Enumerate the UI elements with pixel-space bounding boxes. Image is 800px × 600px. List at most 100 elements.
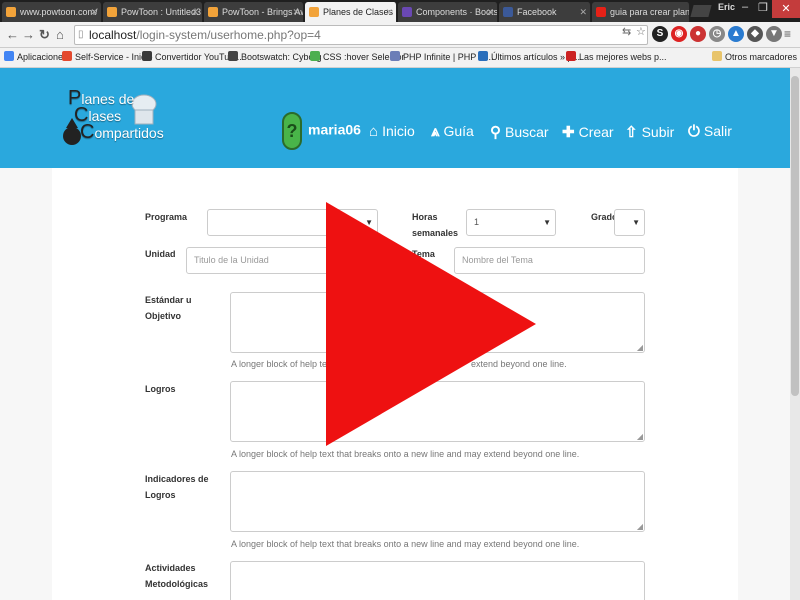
profile-name[interactable]: Eric	[718, 2, 735, 12]
indicadores-label-1: Indicadores de	[145, 474, 209, 484]
bookmark-star-icon[interactable]: ☆	[636, 25, 646, 38]
site-header: Planes de Clases Compartidos ? maria06 ⌂ I…	[0, 68, 790, 168]
search-icon: ⚲	[490, 124, 501, 141]
extension-blue-icon[interactable]: ▲	[728, 26, 744, 42]
bootswatch-icon	[228, 51, 238, 61]
w3schools-icon	[310, 51, 320, 61]
nav-user[interactable]: ? maria06	[282, 112, 361, 150]
estandar-label-2: Objetivo	[145, 311, 182, 321]
new-tab-button[interactable]	[690, 5, 712, 17]
nav-buscar[interactable]: ⚲ Buscar	[490, 123, 549, 141]
tab-facebook[interactable]: Facebook ✕	[499, 2, 591, 22]
page-viewport: Planes de Clases Compartidos ? maria06 ⌂ I…	[0, 68, 790, 600]
plus-icon: ✚	[562, 124, 575, 141]
unidad-input[interactable]: Titulo de la Unidad	[186, 247, 336, 274]
adblock-icon[interactable]: ◉	[671, 26, 687, 42]
apps-grid-icon	[4, 51, 14, 61]
unidad-label: Unidad	[145, 249, 176, 259]
bookmark-bootswatch[interactable]: Bootswatch: Cyborg	[228, 51, 322, 62]
articles-icon	[478, 51, 488, 61]
maximize-icon[interactable]: ❐	[758, 1, 768, 14]
chevron-down-icon: ▼	[543, 218, 551, 227]
home-icon: ⌂	[369, 123, 379, 140]
extension-clock-icon[interactable]: ◷	[709, 26, 725, 42]
tab-powtoon-brings[interactable]: PowToon - Brings Aw ✕	[204, 2, 304, 22]
close-tab-icon[interactable]: ✕	[385, 2, 393, 22]
webs-icon	[566, 51, 576, 61]
logros-label: Logros	[145, 384, 176, 394]
programa-label: Programa	[145, 212, 188, 222]
minimize-icon[interactable]: –	[742, 1, 748, 13]
estandar-label-1: Estándar u	[145, 295, 192, 305]
close-tab-icon[interactable]: ✕	[486, 2, 494, 22]
upload-icon: ⇧	[625, 124, 638, 141]
browser-tab-bar: www.powtoon.com/✕ PowToon : Untitled3 ✕ P…	[0, 0, 800, 22]
extension-s-icon[interactable]: S	[652, 26, 668, 42]
bookmark-otros-marcadores[interactable]: Otros marcadores	[712, 51, 797, 62]
folder-icon	[712, 51, 722, 61]
bookmark-ultimos-articulos[interactable]: Últimos artículos » p...	[478, 51, 580, 62]
grado-select[interactable]: ▼	[614, 209, 645, 236]
actividades-label-2: Metodológicas	[145, 579, 209, 589]
address-bar[interactable]: ▯ localhost/login-system/userhome.php?op…	[74, 25, 648, 45]
bootstrap-favicon	[402, 7, 412, 17]
question-avatar-icon: ?	[282, 112, 302, 150]
resize-grip-icon[interactable]: ◢	[637, 522, 643, 531]
nav-guia[interactable]: ⩓ Guía	[431, 123, 474, 140]
close-tab-icon[interactable]: ✕	[292, 2, 300, 22]
bookmark-self-service[interactable]: Self-Service - Inicio	[62, 51, 153, 62]
extension-shield-icon[interactable]: ◆	[747, 26, 763, 42]
url-path: /login-system/userhome.php?op=4	[136, 28, 321, 42]
powtoon-favicon	[6, 7, 16, 17]
self-service-icon	[62, 51, 72, 61]
road-icon: ⩓	[431, 123, 440, 140]
bookmark-mejores-webs[interactable]: Las mejores webs p...	[566, 51, 667, 62]
forward-arrow-icon[interactable]: →	[22, 27, 35, 42]
close-tab-icon[interactable]: ✕	[579, 2, 587, 22]
resize-grip-icon[interactable]: ◢	[637, 432, 643, 441]
window-close-icon[interactable]: ✕	[772, 0, 800, 18]
facebook-favicon	[503, 7, 513, 17]
logo-text: Planes de Clases Compartidos	[68, 87, 164, 143]
planes-favicon	[309, 7, 319, 17]
close-tab-icon[interactable]: ✕	[90, 2, 98, 22]
extension-red-icon[interactable]: ●	[690, 26, 706, 42]
nav-crear[interactable]: ✚ Crear	[562, 123, 614, 141]
nav-subir[interactable]: ⇧ Subir	[625, 123, 674, 141]
play-video-icon[interactable]	[326, 202, 536, 446]
extension-badge-icon[interactable]: ▼	[766, 26, 782, 42]
page-icon: ▯	[78, 29, 84, 40]
tab-powtoon-home[interactable]: www.powtoon.com/✕	[2, 2, 102, 22]
url-host: localhost	[89, 28, 137, 42]
bookmark-apps[interactable]: Aplicaciones	[4, 51, 68, 62]
indicadores-help: A longer block of help text that breaks …	[231, 539, 580, 549]
power-icon: ⏻	[688, 123, 700, 140]
menu-icon[interactable]: ≡	[784, 27, 791, 41]
bookmark-convertidor[interactable]: Convertidor YouTub...	[142, 51, 242, 62]
actividades-label-1: Actividades	[145, 563, 196, 573]
home-icon[interactable]: ⌂	[56, 27, 64, 42]
page-scrollbar[interactable]	[790, 68, 800, 600]
nav-salir[interactable]: ⏻ Salir	[688, 123, 732, 140]
youtube-favicon	[596, 7, 606, 17]
translate-icon[interactable]: ⇆	[622, 25, 631, 38]
tab-powtoon-untitled[interactable]: PowToon : Untitled3 ✕	[103, 2, 203, 22]
indicadores-textarea[interactable]: ◢	[230, 471, 645, 532]
nav-inicio[interactable]: ⌂ Inicio	[369, 123, 415, 140]
indicadores-label-2: Logros	[145, 490, 176, 500]
site-logo[interactable]: Planes de Clases Compartidos	[62, 82, 164, 145]
bookmarks-bar: Aplicaciones Self-Service - Inicio Conve…	[0, 48, 800, 68]
browser-toolbar: ← → ↻ ⌂ ▯ localhost/login-system/userhom…	[0, 22, 800, 48]
reload-icon[interactable]: ↻	[39, 27, 50, 43]
tab-guia-crear[interactable]: guia para crear plane	[592, 2, 690, 22]
tab-planes-de-clases[interactable]: Planes de Clases Com✕	[305, 2, 397, 22]
actividades-textarea[interactable]	[230, 561, 645, 600]
scrollbar-thumb[interactable]	[791, 76, 799, 396]
back-arrow-icon[interactable]: ←	[6, 27, 19, 42]
powtoon-favicon	[107, 7, 117, 17]
resize-grip-icon[interactable]: ◢	[637, 343, 643, 352]
logros-help: A longer block of help text that breaks …	[231, 449, 580, 459]
close-tab-icon[interactable]: ✕	[191, 2, 199, 22]
tab-bootstrap-components[interactable]: Components · Bootst ✕	[398, 2, 498, 22]
powtoon-favicon	[208, 7, 218, 17]
